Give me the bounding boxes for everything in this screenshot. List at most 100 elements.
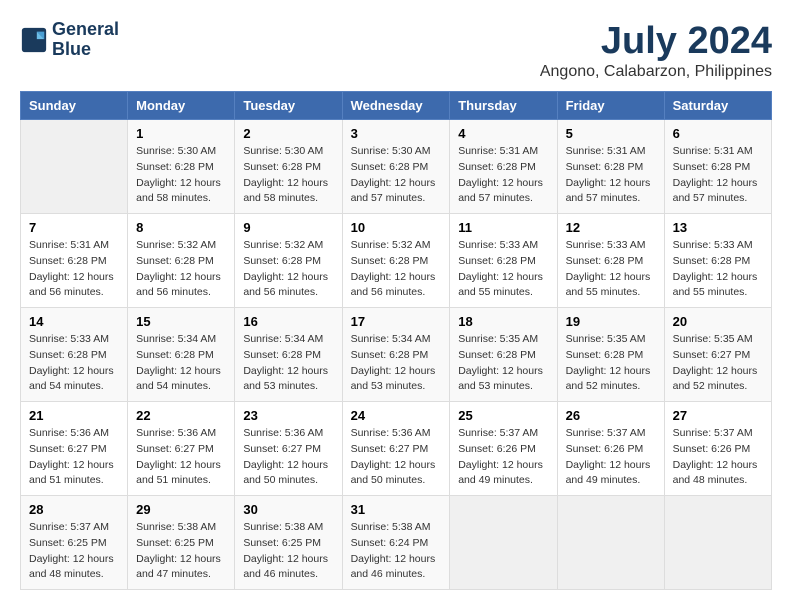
day-number: 4	[458, 126, 548, 141]
day-number: 7	[29, 220, 119, 235]
day-number: 10	[351, 220, 442, 235]
calendar-cell: 1Sunrise: 5:30 AM Sunset: 6:28 PM Daylig…	[128, 120, 235, 214]
calendar-cell: 27 Sunrise: 5:37 AM Sunset: 6:26 PM Dayli…	[664, 402, 771, 496]
day-number: 25	[458, 408, 548, 423]
day-info: Sunrise: 5:35 AM Sunset: 6:28 PM Dayligh…	[566, 332, 656, 395]
calendar-cell: 3 Sunrise: 5:30 AM Sunset: 6:28 PM Daylig…	[342, 120, 450, 214]
day-info: Sunrise: 5:38 AM Sunset: 6:24 PM Dayligh…	[351, 520, 442, 583]
calendar-cell: 6Sunrise: 5:31 AM Sunset: 6:28 PM Daylig…	[664, 120, 771, 214]
calendar-cell	[664, 496, 771, 590]
day-info: Sunrise: 5:34 AM Sunset: 6:28 PM Dayligh…	[243, 332, 333, 395]
day-number: 14	[29, 314, 119, 329]
weekday-header-thursday: Thursday	[450, 92, 557, 120]
day-number: 20	[673, 314, 763, 329]
calendar-cell: 11Sunrise: 5:33 AM Sunset: 6:28 PM Dayli…	[450, 214, 557, 308]
page-header: General Blue July 2024 Angono, Calabarzo…	[20, 20, 772, 81]
weekday-header-monday: Monday	[128, 92, 235, 120]
calendar-cell: 15 Sunrise: 5:34 AM Sunset: 6:28 PM Dayli…	[128, 308, 235, 402]
subtitle: Angono, Calabarzon, Philippines	[540, 63, 772, 81]
calendar-week-row: 21 Sunrise: 5:36 AM Sunset: 6:27 PM Dayli…	[21, 402, 772, 496]
calendar-cell: 29 Sunrise: 5:38 AM Sunset: 6:25 PM Dayli…	[128, 496, 235, 590]
calendar-cell: 7 Sunrise: 5:31 AM Sunset: 6:28 PM Daylig…	[21, 214, 128, 308]
weekday-header-tuesday: Tuesday	[235, 92, 342, 120]
day-number: 28	[29, 502, 119, 517]
day-number: 3	[351, 126, 442, 141]
day-number: 30	[243, 502, 333, 517]
calendar-cell: 18 Sunrise: 5:35 AM Sunset: 6:28 PM Dayli…	[450, 308, 557, 402]
day-info: Sunrise: 5:36 AM Sunset: 6:27 PM Dayligh…	[29, 426, 119, 489]
day-info: Sunrise: 5:32 AM Sunset: 6:28 PM Dayligh…	[243, 238, 333, 301]
weekday-header-sunday: Sunday	[21, 92, 128, 120]
day-number: 26	[566, 408, 656, 423]
calendar-cell: 22 Sunrise: 5:36 AM Sunset: 6:27 PM Dayli…	[128, 402, 235, 496]
day-number: 2	[243, 126, 333, 141]
day-number: 12	[566, 220, 656, 235]
day-info: Sunrise: 5:35 AM Sunset: 6:28 PM Dayligh…	[458, 332, 548, 395]
calendar-table: SundayMondayTuesdayWednesdayThursdayFrid…	[20, 91, 772, 590]
calendar-cell: 24 Sunrise: 5:36 AM Sunset: 6:27 PM Dayli…	[342, 402, 450, 496]
day-info: Sunrise: 5:33 AM Sunset: 6:28 PM Dayligh…	[673, 238, 763, 301]
day-info: Sunrise: 5:33 AM Sunset: 6:28 PM Dayligh…	[29, 332, 119, 395]
day-info: Sunrise: 5:38 AM Sunset: 6:25 PM Dayligh…	[136, 520, 226, 583]
logo-text: General Blue	[52, 20, 119, 60]
logo: General Blue	[20, 20, 119, 60]
day-number: 15	[136, 314, 226, 329]
calendar-cell: 8Sunrise: 5:32 AM Sunset: 6:28 PM Daylig…	[128, 214, 235, 308]
calendar-cell	[450, 496, 557, 590]
calendar-body: 1Sunrise: 5:30 AM Sunset: 6:28 PM Daylig…	[21, 120, 772, 590]
day-info: Sunrise: 5:33 AM Sunset: 6:28 PM Dayligh…	[458, 238, 548, 301]
day-number: 17	[351, 314, 442, 329]
calendar-cell: 25 Sunrise: 5:37 AM Sunset: 6:26 PM Dayli…	[450, 402, 557, 496]
calendar-cell: 13 Sunrise: 5:33 AM Sunset: 6:28 PM Dayli…	[664, 214, 771, 308]
day-info: Sunrise: 5:35 AM Sunset: 6:27 PM Dayligh…	[673, 332, 763, 395]
day-info: Sunrise: 5:36 AM Sunset: 6:27 PM Dayligh…	[351, 426, 442, 489]
calendar-cell: 12 Sunrise: 5:33 AM Sunset: 6:28 PM Dayli…	[557, 214, 664, 308]
calendar-cell: 2Sunrise: 5:30 AM Sunset: 6:28 PM Daylig…	[235, 120, 342, 214]
title-section: July 2024 Angono, Calabarzon, Philippine…	[540, 20, 772, 81]
day-info: Sunrise: 5:34 AM Sunset: 6:28 PM Dayligh…	[136, 332, 226, 395]
weekday-header-friday: Friday	[557, 92, 664, 120]
calendar-cell: 9 Sunrise: 5:32 AM Sunset: 6:28 PM Daylig…	[235, 214, 342, 308]
day-number: 13	[673, 220, 763, 235]
weekday-header-saturday: Saturday	[664, 92, 771, 120]
calendar-cell: 19 Sunrise: 5:35 AM Sunset: 6:28 PM Dayli…	[557, 308, 664, 402]
day-info: Sunrise: 5:30 AM Sunset: 6:28 PM Dayligh…	[351, 144, 442, 207]
day-info: Sunrise: 5:31 AM Sunset: 6:28 PM Dayligh…	[29, 238, 119, 301]
calendar-cell: 20 Sunrise: 5:35 AM Sunset: 6:27 PM Dayli…	[664, 308, 771, 402]
day-number: 22	[136, 408, 226, 423]
day-info: Sunrise: 5:37 AM Sunset: 6:25 PM Dayligh…	[29, 520, 119, 583]
day-info: Sunrise: 5:38 AM Sunset: 6:25 PM Dayligh…	[243, 520, 333, 583]
day-number: 21	[29, 408, 119, 423]
calendar-header-row: SundayMondayTuesdayWednesdayThursdayFrid…	[21, 92, 772, 120]
day-number: 16	[243, 314, 333, 329]
calendar-cell: 4Sunrise: 5:31 AM Sunset: 6:28 PM Daylig…	[450, 120, 557, 214]
day-number: 19	[566, 314, 656, 329]
calendar-cell: 14 Sunrise: 5:33 AM Sunset: 6:28 PM Dayli…	[21, 308, 128, 402]
day-number: 9	[243, 220, 333, 235]
day-info: Sunrise: 5:32 AM Sunset: 6:28 PM Dayligh…	[136, 238, 226, 301]
day-info: Sunrise: 5:37 AM Sunset: 6:26 PM Dayligh…	[458, 426, 548, 489]
main-title: July 2024	[540, 20, 772, 63]
day-number: 5	[566, 126, 656, 141]
day-number: 24	[351, 408, 442, 423]
calendar-cell: 30 Sunrise: 5:38 AM Sunset: 6:25 PM Dayli…	[235, 496, 342, 590]
calendar-cell: 28 Sunrise: 5:37 AM Sunset: 6:25 PM Dayli…	[21, 496, 128, 590]
calendar-cell: 23 Sunrise: 5:36 AM Sunset: 6:27 PM Dayli…	[235, 402, 342, 496]
day-info: Sunrise: 5:31 AM Sunset: 6:28 PM Dayligh…	[566, 144, 656, 207]
calendar-cell: 16 Sunrise: 5:34 AM Sunset: 6:28 PM Dayli…	[235, 308, 342, 402]
day-info: Sunrise: 5:37 AM Sunset: 6:26 PM Dayligh…	[673, 426, 763, 489]
day-number: 23	[243, 408, 333, 423]
calendar-week-row: 28 Sunrise: 5:37 AM Sunset: 6:25 PM Dayli…	[21, 496, 772, 590]
day-number: 6	[673, 126, 763, 141]
calendar-week-row: 7 Sunrise: 5:31 AM Sunset: 6:28 PM Daylig…	[21, 214, 772, 308]
day-info: Sunrise: 5:32 AM Sunset: 6:28 PM Dayligh…	[351, 238, 442, 301]
day-info: Sunrise: 5:33 AM Sunset: 6:28 PM Dayligh…	[566, 238, 656, 301]
day-info: Sunrise: 5:37 AM Sunset: 6:26 PM Dayligh…	[566, 426, 656, 489]
calendar-cell: 10 Sunrise: 5:32 AM Sunset: 6:28 PM Dayli…	[342, 214, 450, 308]
logo-icon	[20, 26, 48, 54]
day-number: 29	[136, 502, 226, 517]
day-info: Sunrise: 5:36 AM Sunset: 6:27 PM Dayligh…	[136, 426, 226, 489]
day-number: 18	[458, 314, 548, 329]
day-number: 27	[673, 408, 763, 423]
day-info: Sunrise: 5:36 AM Sunset: 6:27 PM Dayligh…	[243, 426, 333, 489]
